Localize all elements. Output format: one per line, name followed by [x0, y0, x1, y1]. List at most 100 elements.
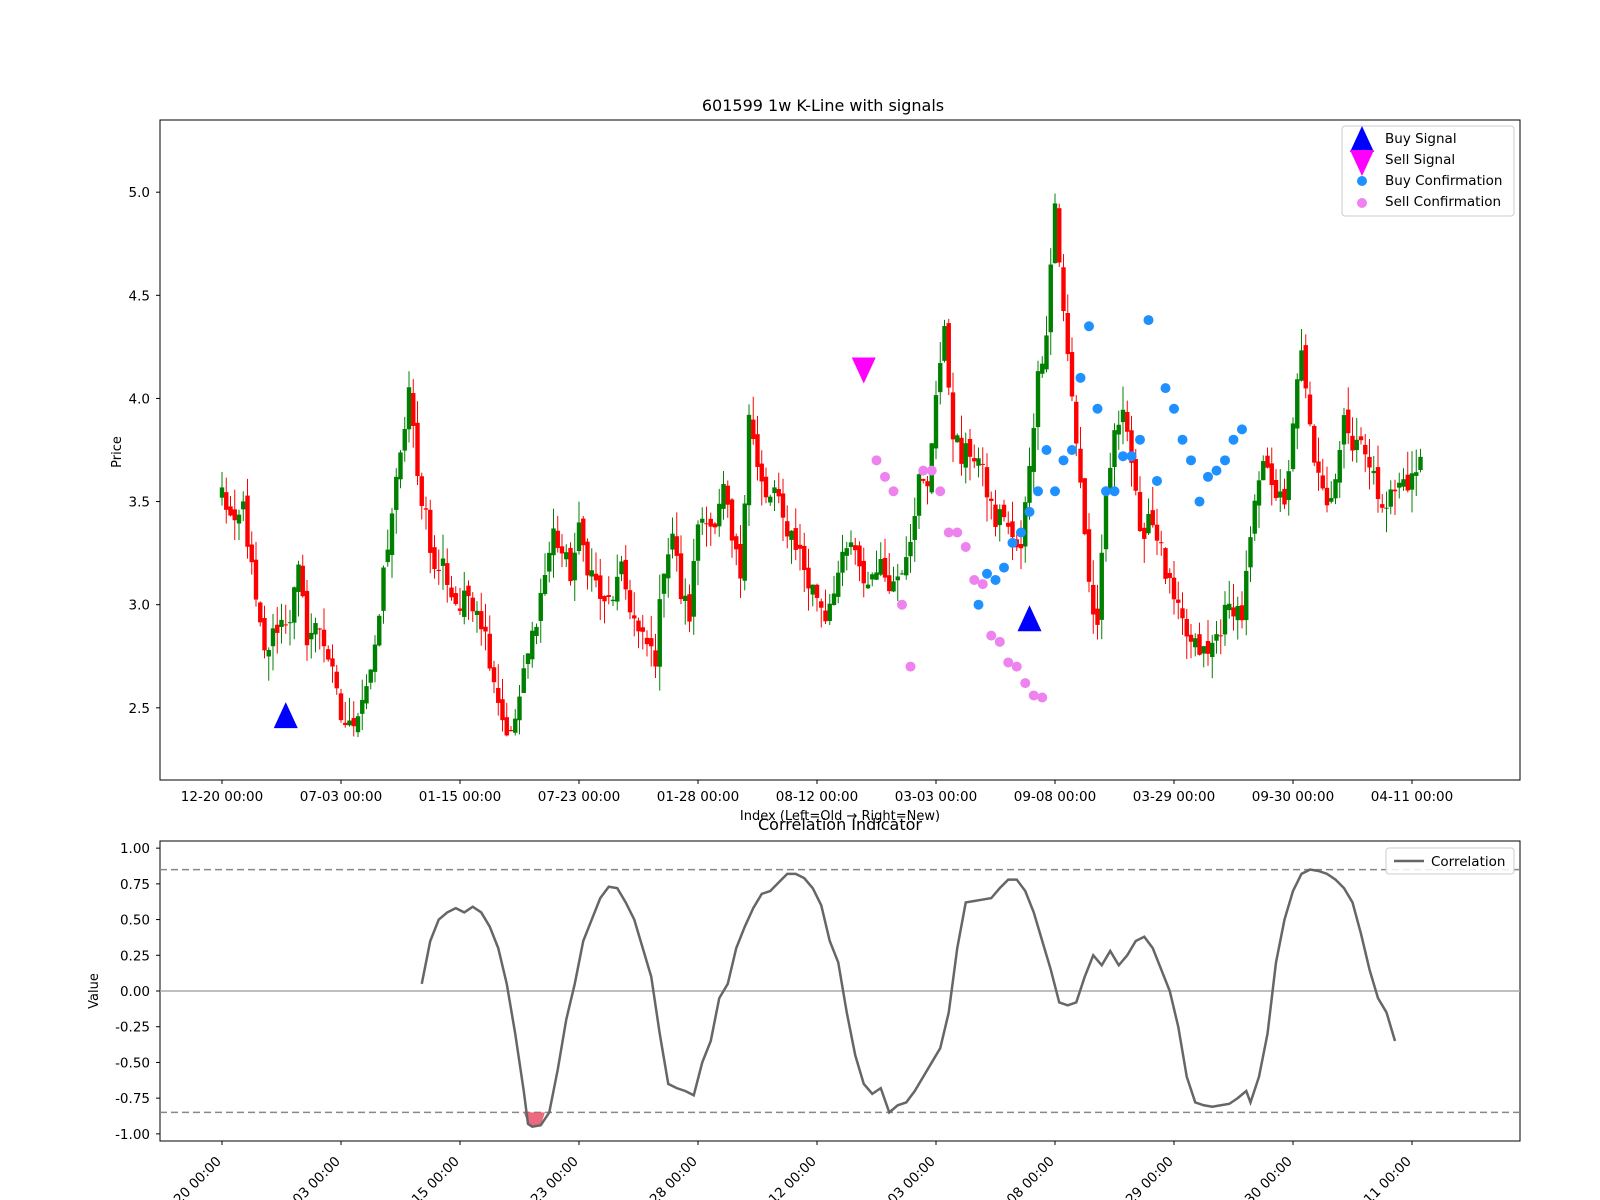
candle-body [572, 552, 577, 581]
candle-body [899, 573, 905, 575]
candle-body [385, 549, 390, 563]
candle-body [725, 485, 730, 505]
candle-body [304, 590, 310, 646]
candle-body [967, 438, 973, 457]
candle-body [1091, 584, 1096, 615]
candle-body [275, 624, 280, 633]
candle-body [355, 716, 361, 733]
candle-body [1273, 479, 1279, 499]
candle-body [972, 458, 977, 462]
candle-body [976, 458, 981, 466]
buy-confirmation-point [999, 562, 1009, 573]
buy-confirmation-point [1084, 321, 1094, 332]
candle-body [946, 323, 951, 388]
candle-body [508, 729, 514, 732]
candle-body [729, 499, 735, 541]
correlation-y-tick-label: 1.00 [120, 841, 150, 857]
correlation-x-tick-label: 07-03 00:00 [274, 1154, 344, 1200]
buy-confirmation-point [1067, 445, 1077, 455]
sell-confirmation-point [871, 455, 882, 466]
candle-body [470, 597, 475, 612]
candle-body [793, 528, 798, 550]
candle-body [1244, 570, 1249, 621]
kline-legend: Buy Signal Sell Signal Buy Confirmation … [1341, 125, 1515, 217]
legend-buy-confirmation: Buy Confirmation [1385, 173, 1502, 189]
candle-body [768, 496, 773, 503]
candle-body [381, 567, 386, 611]
kline-x-tick-label: 01-28 00:00 [657, 789, 739, 805]
candle-body [623, 559, 628, 590]
candle-body [1371, 470, 1376, 474]
candle-body [721, 483, 726, 509]
candle-body [691, 561, 696, 617]
candle-body [746, 414, 752, 506]
candle-body [406, 387, 412, 430]
correlation-y-tick-label: -0.25 [115, 1020, 150, 1036]
candle-body [1218, 635, 1223, 637]
candle-body [1358, 436, 1364, 441]
candle-body [466, 585, 471, 597]
candle-body [666, 554, 671, 579]
candle-body [763, 476, 769, 498]
candle-body [1167, 572, 1172, 578]
candle-body [1078, 448, 1083, 483]
candle-body [394, 476, 399, 510]
correlation-x-tick-label: 01-28 00:00 [631, 1154, 701, 1200]
candle-body [785, 521, 790, 537]
candle-body [1299, 350, 1304, 381]
candle-body [287, 622, 293, 624]
candle-body [959, 437, 964, 464]
candle-body [1214, 634, 1219, 641]
buy-confirmation-point [982, 568, 992, 579]
candle-body [1303, 345, 1308, 389]
candle-body [661, 573, 667, 594]
candle-body [636, 620, 641, 632]
candle-body [997, 509, 1002, 526]
correlation-x-tick-label: 07-23 00:00 [512, 1154, 582, 1200]
candle-body [224, 492, 229, 510]
candle-body [814, 584, 820, 598]
candle-body [428, 509, 433, 553]
candle-body [568, 547, 573, 582]
buy-confirmation-point [1143, 315, 1154, 326]
sell-confirmation-legend-icon [1357, 198, 1367, 208]
legend-sell-signal: Sell Signal [1385, 152, 1455, 168]
candle-body [440, 558, 446, 566]
candle-body [602, 595, 607, 602]
candle-body [300, 565, 305, 597]
candle-body [483, 626, 488, 632]
candle-body [993, 504, 998, 528]
candle-body [453, 593, 458, 605]
candle-body [874, 572, 879, 580]
candle-body [1035, 371, 1041, 428]
candle-body [245, 495, 250, 547]
candle-body [627, 590, 633, 613]
candle-body [445, 563, 450, 585]
candle-body [1018, 543, 1024, 549]
candle-body [1333, 479, 1338, 499]
candle-body [496, 687, 501, 703]
sell-confirmation-point [935, 486, 946, 497]
correlation-x-tick-label: 04-11 00:00 [1345, 1154, 1415, 1200]
legend-correlation: Correlation [1431, 854, 1505, 870]
candle-body [895, 576, 900, 581]
buy-confirmation-point [1211, 465, 1222, 476]
candle-body [1388, 489, 1393, 507]
correlation-x-tick-label: 09-30 00:00 [1226, 1154, 1296, 1200]
candle-body [1341, 415, 1347, 445]
candle-body [912, 516, 917, 540]
kline-x-tick-label: 07-23 00:00 [538, 789, 620, 805]
candle-body [738, 543, 743, 579]
candle-body [712, 523, 718, 528]
candle-body [1261, 461, 1266, 481]
candle-body [347, 720, 352, 726]
legend-buy-signal: Buy Signal [1385, 131, 1457, 147]
candle-body [1350, 435, 1355, 451]
candle-body [1197, 634, 1202, 655]
kline-x-tick-label: 12-20 00:00 [181, 789, 263, 805]
candle-body [823, 610, 828, 622]
candle-body [517, 696, 522, 721]
kline-x-tick-label: 03-29 00:00 [1133, 789, 1215, 805]
buy-confirmation-point [1016, 527, 1026, 538]
correlation-y-tick-label: 0.00 [120, 984, 150, 1000]
